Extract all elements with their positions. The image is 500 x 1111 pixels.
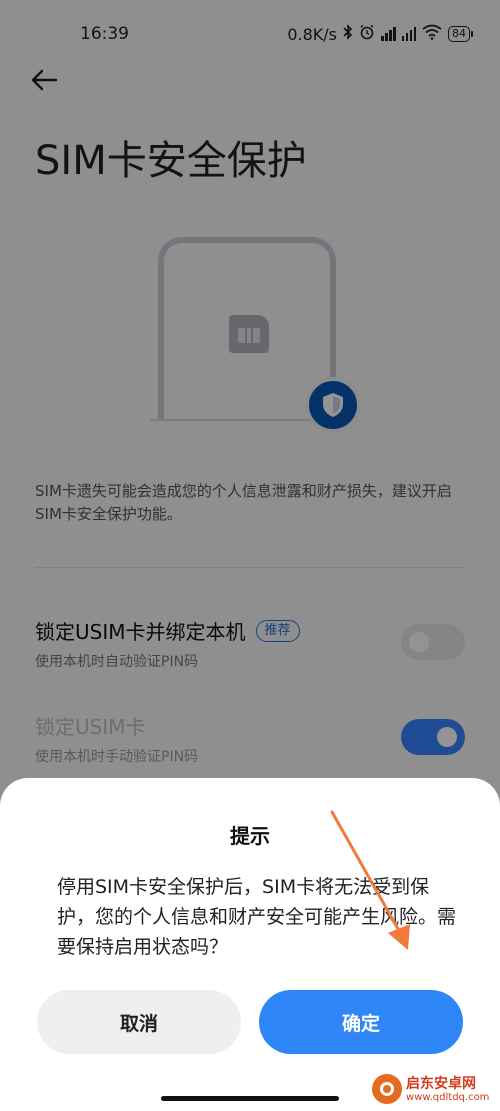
annotation-arrow-icon xyxy=(330,810,410,950)
watermark-url: www.qdltdq.com xyxy=(406,1092,490,1103)
home-indicator[interactable] xyxy=(161,1096,339,1101)
watermark-name: 启东安卓网 xyxy=(406,1076,476,1092)
watermark-logo-icon xyxy=(372,1074,402,1104)
watermark: 启东安卓网 www.qdltdq.com xyxy=(372,1072,500,1108)
confirm-dialog: 提示 停用SIM卡安全保护后，SIM卡将无法受到保护，您的个人信息和财产安全可能… xyxy=(0,778,500,1111)
confirm-button[interactable]: 确定 xyxy=(259,990,463,1054)
sim-security-page: 16:39 0.8K/s 84 SIM卡安全保护 SIM卡遗失可能会造成您的个人… xyxy=(0,0,500,1111)
dialog-title: 提示 xyxy=(230,824,270,848)
cancel-button[interactable]: 取消 xyxy=(37,990,241,1054)
